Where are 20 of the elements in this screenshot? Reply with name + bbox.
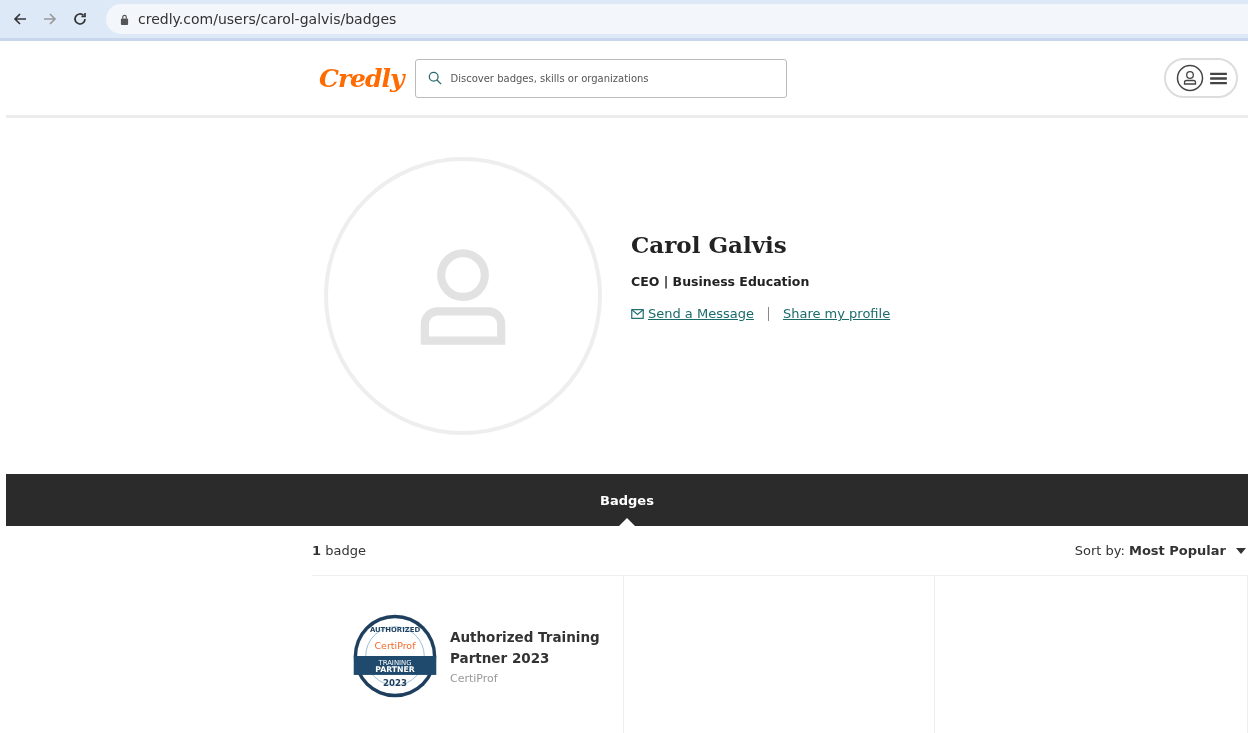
profile-link[interactable]: Share my profile: [782, 306, 891, 321]
badge-issuer: CertiProf: [450, 672, 499, 685]
profile-headline: CEO | Business Education: [631, 274, 811, 289]
lock-icon: [120, 13, 129, 25]
mail-icon: [631, 308, 644, 319]
badge-title[interactable]: Authorized Training Partner 2023: [450, 627, 620, 669]
back-icon[interactable]: [12, 11, 28, 27]
badge-count: 1 badge: [312, 543, 366, 558]
menu-icon: [1209, 71, 1227, 85]
profile-name: Carol Galvis: [631, 231, 788, 258]
url-text: credly.com/users/carol-galvis/badges: [138, 11, 397, 27]
profile-link[interactable]: Send a Message: [648, 306, 754, 321]
sort-dropdown[interactable]: Sort by: Most Popular: [1074, 543, 1226, 558]
caret-icon[interactable]: [1236, 547, 1246, 554]
account-menu-button[interactable]: [1164, 58, 1238, 98]
address-bar[interactable]: credly.com/users/carol-galvis/badges: [106, 4, 1248, 34]
tab[interactable]: Badges: [590, 474, 664, 526]
reload-icon[interactable]: [72, 11, 88, 27]
search-field[interactable]: Discover badges, skills or organizations: [415, 58, 788, 98]
user-icon: [1175, 64, 1204, 92]
